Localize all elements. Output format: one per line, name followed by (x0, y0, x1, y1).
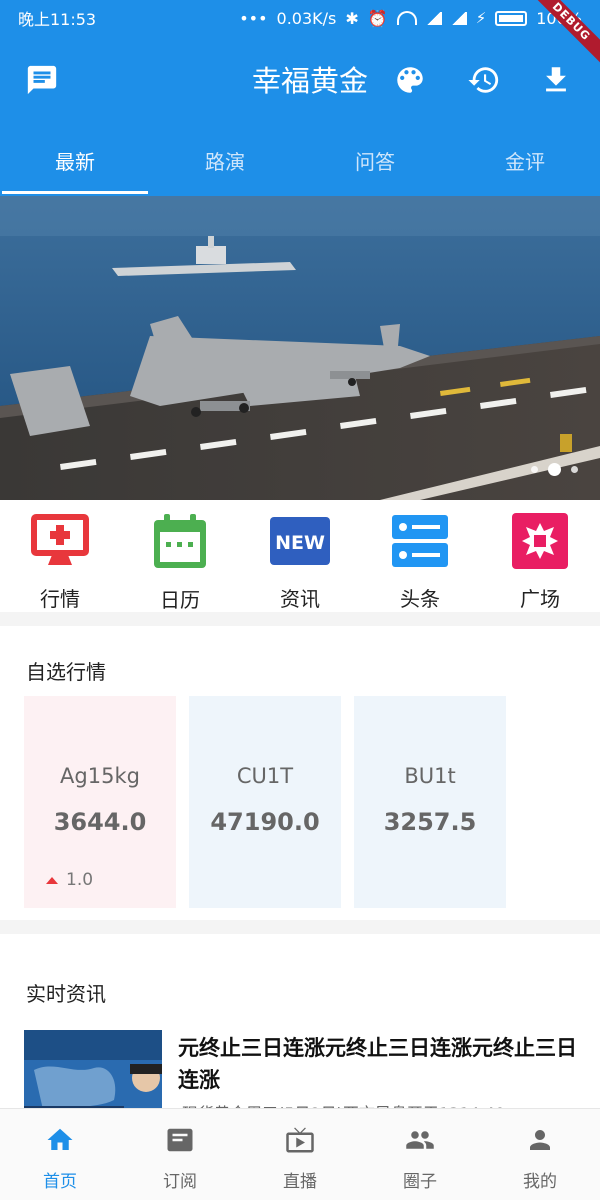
app-screen: 晚上11:53 ••• 0.03K/s ✱ ⏰ ⚡ 100% DEBUG 幸福黄… (0, 0, 600, 1200)
tab-qa[interactable]: 问答 (300, 124, 450, 196)
palette-icon (397, 67, 423, 93)
nav-label: 首页 (43, 1172, 77, 1192)
bluetooth-icon: ✱ (345, 8, 359, 28)
carousel-dot[interactable] (531, 466, 538, 473)
tab-roadshow[interactable]: 路演 (150, 124, 300, 196)
quote-card[interactable]: Ag15kg 3644.0 1.0 (24, 696, 176, 908)
charging-icon: ⚡ (475, 9, 487, 27)
wifi-icon (396, 11, 417, 25)
download-icon (546, 67, 566, 92)
home-icon (43, 1125, 77, 1155)
calendar-icon (150, 512, 210, 570)
live-tv-icon (283, 1125, 317, 1155)
status-bar: 晚上11:53 ••• 0.03K/s ✱ ⏰ ⚡ 100% (0, 0, 600, 36)
server-icon (390, 512, 450, 569)
shortcut-grid: 行情 日历 NEW 资讯 头条 广场 (0, 500, 600, 612)
shortcut-label: 资讯 (280, 587, 320, 611)
shortcut-headlines[interactable]: 头条 (360, 500, 480, 612)
person-icon (523, 1125, 557, 1155)
signal-icon (425, 11, 442, 25)
monitor-plus-icon (30, 512, 90, 569)
plaza-icon (510, 512, 570, 569)
history-icon (468, 67, 499, 93)
tab-latest[interactable]: 最新 (0, 124, 150, 196)
quote-price: 47190.0 (210, 808, 320, 836)
quote-symbol: CU1T (236, 764, 294, 788)
nav-label: 圈子 (403, 1172, 437, 1192)
nav-label: 直播 (283, 1172, 317, 1192)
shortcut-label: 广场 (520, 587, 560, 611)
carousel-dot[interactable] (571, 466, 578, 473)
quote-card[interactable]: BU1t 3257.5 (354, 696, 506, 908)
battery-percent: 100% (536, 8, 582, 28)
shortcut-news[interactable]: NEW 资讯 (240, 500, 360, 612)
battery-icon (495, 10, 528, 26)
quote-price: 3257.5 (383, 808, 477, 836)
shortcut-quotes[interactable]: 行情 (0, 500, 120, 612)
group-icon (403, 1125, 437, 1155)
shortcut-label: 日历 (160, 588, 200, 612)
bottom-navigation: 首页 订阅 直播 圈子 我的 (0, 1108, 600, 1200)
app-title: 幸福黄金 (251, 64, 368, 98)
news-section: 实时资讯 元终止三日连涨元终止三日连涨元终止三日连涨 现货黄金周三(5日2日)亚… (0, 934, 600, 1140)
status-right: ••• 0.03K/s ✱ ⏰ ⚡ 100% (239, 9, 582, 28)
alarm-icon: ⏰ (367, 8, 388, 28)
network-speed: 0.03K/s (276, 8, 337, 28)
history-button[interactable] (464, 60, 504, 100)
up-arrow-icon (46, 876, 58, 884)
quote-symbol: BU1t (404, 764, 456, 788)
shortcut-label: 头条 (400, 587, 440, 611)
dots-icon: ••• (239, 8, 268, 28)
nav-circle[interactable]: 圈子 (360, 1109, 480, 1200)
news-title: 元终止三日连涨元终止三日连涨元终止三日连涨 (178, 1036, 577, 1092)
shortcut-plaza[interactable]: 广场 (480, 500, 600, 612)
download-button[interactable] (536, 60, 576, 100)
theme-button[interactable] (390, 60, 430, 100)
new-badge-icon: NEW (270, 512, 330, 569)
subscription-icon (163, 1125, 197, 1155)
quote-price: 3644.0 (53, 808, 147, 836)
carousel-dot-active[interactable] (548, 463, 561, 476)
nav-mine[interactable]: 我的 (480, 1109, 600, 1200)
banner-image (0, 196, 600, 500)
watchlist-title: 自选行情 (26, 660, 106, 684)
quote-change: 1.0 (46, 870, 93, 890)
nav-label: 订阅 (163, 1172, 197, 1192)
tab-gold-review[interactable]: 金评 (450, 124, 600, 196)
quote-change-value: 1.0 (66, 870, 94, 890)
shortcut-label: 行情 (40, 587, 80, 611)
news-section-title: 实时资讯 (26, 982, 106, 1006)
quote-card[interactable]: CU1T 47190.0 (189, 696, 341, 908)
carousel-indicator (531, 463, 578, 476)
app-bar: 幸福黄金 (0, 36, 600, 124)
top-tabs: 最新 路演 问答 金评 (0, 124, 600, 196)
quote-symbol: Ag15kg (60, 764, 140, 788)
nav-live[interactable]: 直播 (240, 1109, 360, 1200)
nav-label: 我的 (523, 1172, 557, 1192)
nav-subscribe[interactable]: 订阅 (120, 1109, 240, 1200)
status-time: 晚上11:53 (18, 10, 97, 29)
watchlist-section: 自选行情 Ag15kg 3644.0 1.0 CU1T 47190.0 BU1t… (0, 626, 600, 920)
signal-icon-2 (450, 11, 467, 25)
shortcut-calendar[interactable]: 日历 (120, 500, 240, 612)
svg-text:NEW: NEW (275, 532, 325, 554)
banner-carousel[interactable] (0, 196, 600, 500)
nav-home[interactable]: 首页 (0, 1109, 120, 1200)
